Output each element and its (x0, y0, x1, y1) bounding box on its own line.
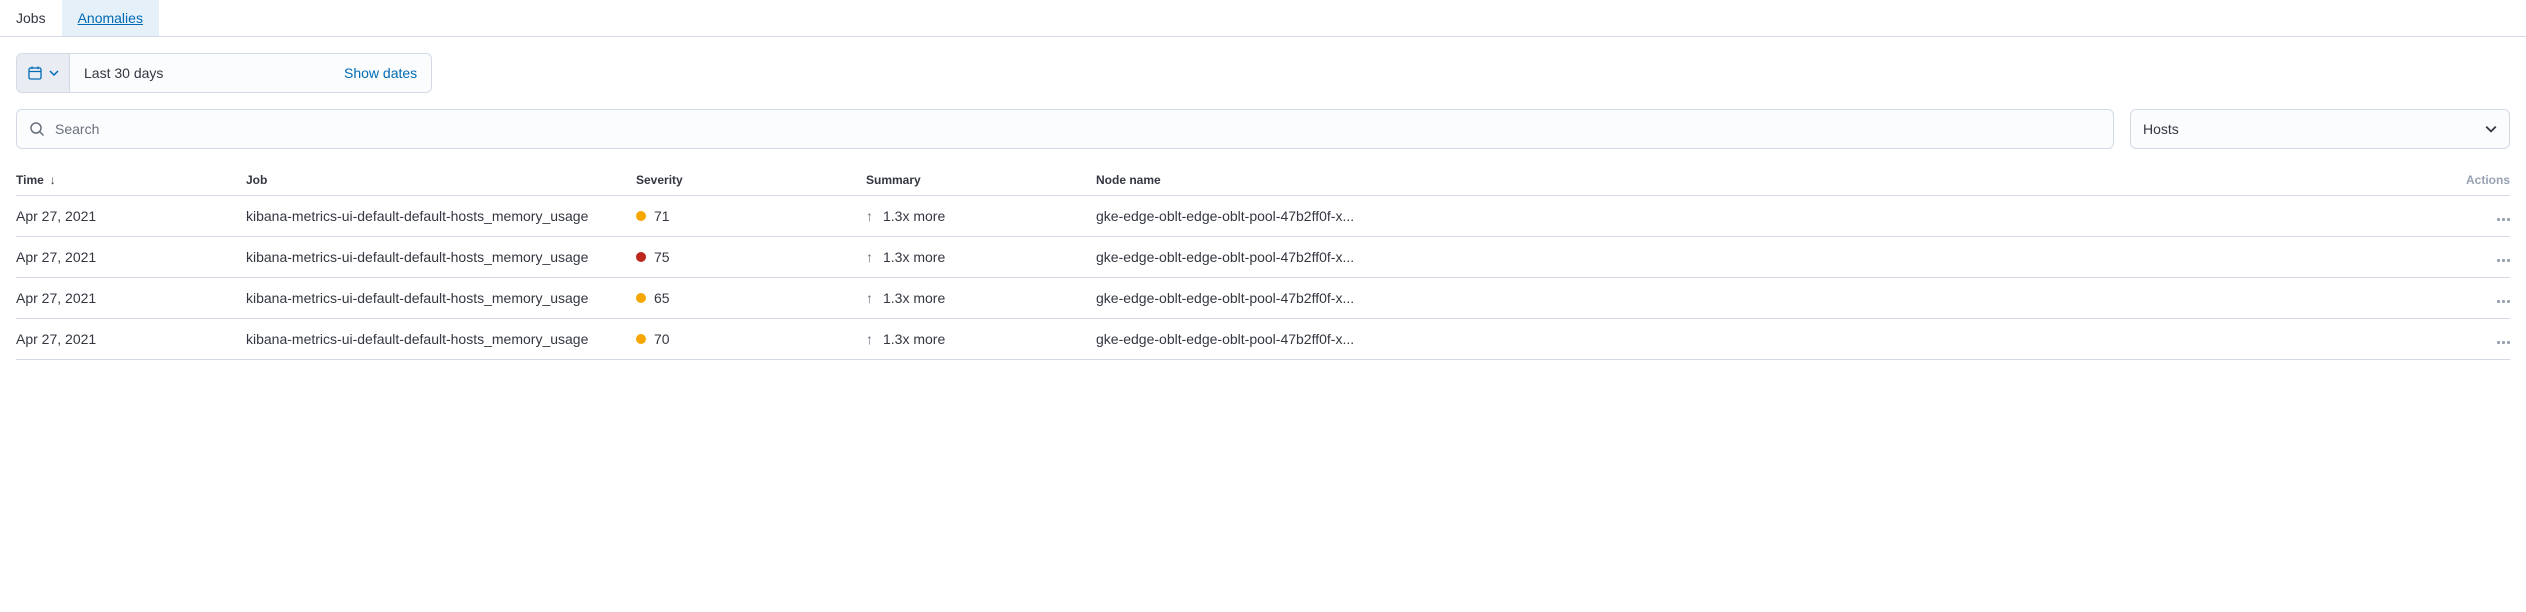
cell-node: gke-edge-oblt-edge-oblt-pool-47b2ff0f-x.… (1096, 290, 2450, 306)
table-row: Apr 27, 2021 kibana-metrics-ui-default-d… (16, 278, 2510, 319)
cell-node: gke-edge-oblt-edge-oblt-pool-47b2ff0f-x.… (1096, 331, 2450, 347)
row-actions-button[interactable] (2450, 341, 2510, 344)
calendar-icon (27, 65, 43, 81)
cell-time: Apr 27, 2021 (16, 249, 246, 265)
tab-anomalies[interactable]: Anomalies (62, 0, 159, 36)
search-icon (29, 121, 45, 137)
cell-node: gke-edge-oblt-edge-oblt-pool-47b2ff0f-x.… (1096, 208, 2450, 224)
cell-actions (2450, 331, 2510, 347)
chevron-down-icon (2485, 123, 2497, 135)
cell-severity: 70 (636, 331, 866, 347)
cell-severity: 75 (636, 249, 866, 265)
table-row: Apr 27, 2021 kibana-metrics-ui-default-d… (16, 319, 2510, 360)
summary-value: 1.3x more (883, 208, 945, 224)
severity-value: 71 (654, 208, 670, 224)
search-input[interactable] (55, 121, 2101, 137)
cell-actions (2450, 249, 2510, 265)
cell-actions (2450, 208, 2510, 224)
severity-value: 75 (654, 249, 670, 265)
arrow-up-icon: ↑ (866, 249, 873, 265)
tab-jobs[interactable]: Jobs (0, 0, 62, 36)
table-row: Apr 27, 2021 kibana-metrics-ui-default-d… (16, 196, 2510, 237)
hosts-select-label: Hosts (2143, 121, 2179, 137)
cell-job: kibana-metrics-ui-default-default-hosts_… (246, 249, 636, 265)
controls: Last 30 days Show dates Hosts (0, 37, 2526, 165)
cell-time: Apr 27, 2021 (16, 331, 246, 347)
col-header-time-label: Time (16, 173, 44, 187)
table-header: Time ↓ Job Severity Summary Node name Ac… (16, 165, 2510, 196)
cell-actions (2450, 290, 2510, 306)
sort-descending-icon: ↓ (50, 173, 56, 187)
cell-summary: ↑ 1.3x more (866, 208, 1096, 224)
search-box[interactable] (16, 109, 2114, 149)
table-row: Apr 27, 2021 kibana-metrics-ui-default-d… (16, 237, 2510, 278)
cell-time: Apr 27, 2021 (16, 290, 246, 306)
row-actions-button[interactable] (2450, 218, 2510, 221)
cell-summary: ↑ 1.3x more (866, 249, 1096, 265)
cell-time: Apr 27, 2021 (16, 208, 246, 224)
row-actions-button[interactable] (2450, 300, 2510, 303)
cell-severity: 71 (636, 208, 866, 224)
col-header-severity[interactable]: Severity (636, 173, 866, 187)
chevron-down-icon (49, 68, 59, 78)
col-header-time[interactable]: Time ↓ (16, 173, 246, 187)
severity-value: 70 (654, 331, 670, 347)
col-header-job[interactable]: Job (246, 173, 636, 187)
hosts-select[interactable]: Hosts (2130, 109, 2510, 149)
severity-dot-icon (636, 293, 646, 303)
cell-summary: ↑ 1.3x more (866, 290, 1096, 306)
cell-job: kibana-metrics-ui-default-default-hosts_… (246, 290, 636, 306)
show-dates-link[interactable]: Show dates (330, 54, 431, 92)
cell-job: kibana-metrics-ui-default-default-hosts_… (246, 331, 636, 347)
col-header-node[interactable]: Node name (1096, 173, 2450, 187)
cell-job: kibana-metrics-ui-default-default-hosts_… (246, 208, 636, 224)
summary-value: 1.3x more (883, 331, 945, 347)
cell-summary: ↑ 1.3x more (866, 331, 1096, 347)
summary-value: 1.3x more (883, 290, 945, 306)
col-header-actions: Actions (2450, 173, 2510, 187)
arrow-up-icon: ↑ (866, 208, 873, 224)
arrow-up-icon: ↑ (866, 331, 873, 347)
row-actions-button[interactable] (2450, 259, 2510, 262)
cell-severity: 65 (636, 290, 866, 306)
severity-dot-icon (636, 252, 646, 262)
arrow-up-icon: ↑ (866, 290, 873, 306)
date-range-label[interactable]: Last 30 days (70, 54, 330, 92)
filter-row: Hosts (16, 109, 2510, 149)
tabs: Jobs Anomalies (0, 0, 2526, 37)
date-picker-toggle[interactable] (17, 54, 70, 92)
summary-value: 1.3x more (883, 249, 945, 265)
cell-node: gke-edge-oblt-edge-oblt-pool-47b2ff0f-x.… (1096, 249, 2450, 265)
col-header-summary[interactable]: Summary (866, 173, 1096, 187)
severity-dot-icon (636, 334, 646, 344)
severity-value: 65 (654, 290, 670, 306)
anomalies-table: Time ↓ Job Severity Summary Node name Ac… (0, 165, 2526, 376)
severity-dot-icon (636, 211, 646, 221)
date-picker: Last 30 days Show dates (16, 53, 432, 93)
